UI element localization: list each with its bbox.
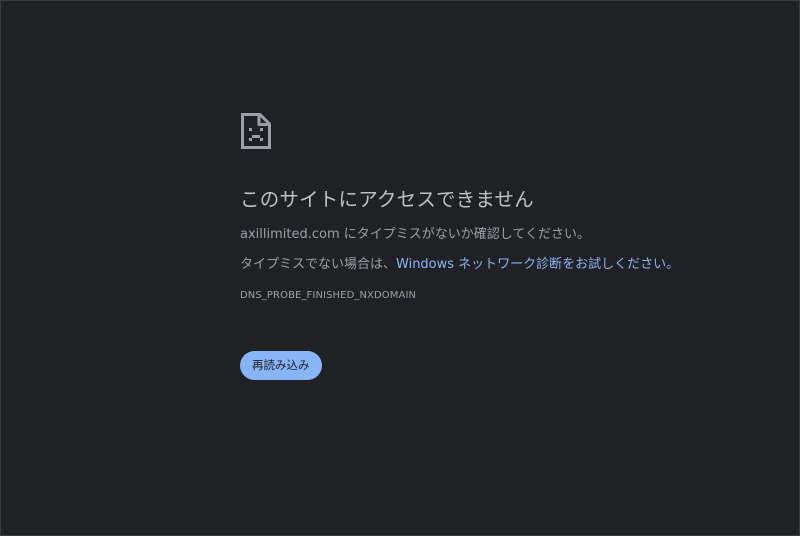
message-suffix: にタイプミスがないか確認してください。: [339, 227, 590, 242]
page-title: このサイトにアクセスできません: [240, 188, 534, 211]
network-diagnostics-link[interactable]: Windows ネットワーク診断をお試しください。: [396, 257, 679, 272]
sad-page-icon: [241, 113, 271, 149]
diagnostic-hint: タイプミスでない場合は、Windows ネットワーク診断をお試しください。: [240, 256, 760, 274]
reload-button[interactable]: 再読み込み: [240, 351, 322, 380]
error-code: DNS_PROBE_FINISHED_NXDOMAIN: [240, 290, 417, 301]
error-message: axillimited.com にタイプミスがないか確認してください。: [240, 226, 760, 244]
hint-prefix: タイプミスでない場合は、: [240, 257, 397, 272]
error-content: このサイトにアクセスできません axillimited.com にタイプミスがな…: [240, 112, 760, 380]
domain-text: axillimited.com: [240, 227, 340, 242]
